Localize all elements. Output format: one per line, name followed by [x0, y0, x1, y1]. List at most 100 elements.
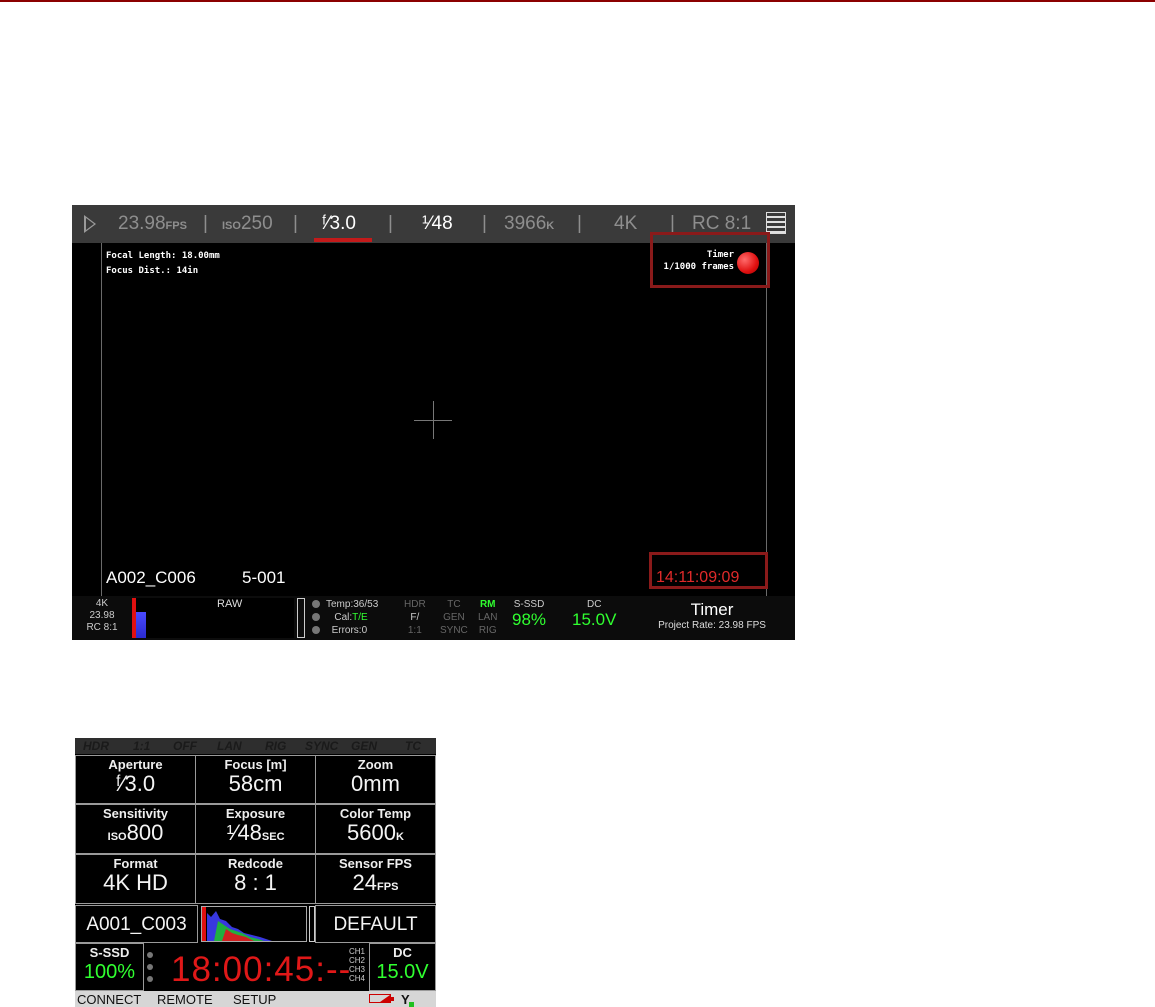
ratio-status: 1:1 — [407, 625, 422, 636]
redcode-cell[interactable]: Redcode 8 : 1 — [195, 854, 316, 904]
cell-value: 100% — [83, 961, 136, 983]
camera-monitor-screen: 23.98FPS | ISO250 | ᶠ⁄3.0 | ¹⁄48 | 3966K… — [72, 205, 795, 640]
media-value: 98% — [512, 610, 547, 629]
crosshair-icon — [433, 401, 434, 439]
aperture-cell[interactable]: Aperture ᶠ⁄3.0 — [75, 755, 196, 804]
format-cell[interactable]: Format 4K HD — [75, 854, 196, 904]
fps-unit: FPS — [165, 220, 187, 232]
clip-name: A002_C006 — [106, 568, 196, 587]
cell-label: Zoom — [357, 757, 394, 772]
setup-button[interactable]: SETUP — [233, 992, 276, 1007]
status-dot-icon — [312, 613, 320, 622]
channel-label: CH2 — [349, 956, 366, 965]
project-rate: Project Rate: 23.98 FPS — [658, 620, 766, 631]
power-cell: DC 15.0V — [369, 943, 436, 991]
cell-value: A001_C003 — [86, 914, 187, 935]
battery-icon — [369, 994, 394, 1003]
zoom-cell[interactable]: Zoom 0mm — [315, 755, 436, 804]
look-cell[interactable]: DEFAULT — [315, 905, 436, 943]
iso-prefix: ISO — [107, 831, 127, 843]
record-indicator-icon — [737, 252, 759, 274]
cell-label: Aperture — [108, 757, 163, 772]
status-dot-icon — [147, 952, 153, 958]
cell-label: Sensor FPS — [339, 856, 412, 871]
resolution-setting[interactable]: 3966K — [504, 213, 554, 235]
audio-meter — [297, 598, 305, 638]
clip-cell[interactable]: A001_C003 — [75, 905, 198, 943]
channel-label: CH3 — [349, 965, 366, 974]
status-grid-col: RM LAN RIG — [478, 598, 497, 637]
exposure-cell[interactable]: Exposure ¹⁄48SEC — [195, 804, 316, 854]
connect-button[interactable]: CONNECT — [77, 992, 141, 1007]
lcd-menu-bar: CONNECT REMOTE SETUP Y — [75, 991, 436, 1007]
audio-channels: CH1 CH2 CH3 CH4 — [349, 947, 365, 983]
lcd-gen: GEN — [351, 739, 378, 753]
channel-label: CH4 — [349, 974, 366, 983]
separator: | — [293, 213, 298, 234]
timer-label: Timer 1/1000 frames — [650, 249, 734, 273]
sensor-fps-cell[interactable]: Sensor FPS 24FPS — [315, 854, 436, 904]
record-mode-title: Timer — [690, 600, 734, 619]
menu-icon[interactable] — [766, 212, 786, 234]
hdr-status: HDR — [404, 599, 426, 610]
separator: | — [482, 213, 487, 234]
focus-cell[interactable]: Focus [m] 58cm — [195, 755, 316, 804]
media-status: S-SSD 98% — [512, 599, 546, 630]
separator: | — [203, 213, 208, 234]
record-mode: Timer Project Rate: 23.98 FPS — [632, 600, 792, 631]
cell-value: 800 — [126, 820, 164, 845]
status-grid-col: TC GEN SYNC — [440, 598, 468, 637]
lan-status: LAN — [478, 612, 498, 623]
timecode: 14:11:09:09 — [656, 569, 740, 586]
lcd-lan: LAN — [217, 739, 242, 753]
cell-label: DC — [393, 945, 412, 960]
shutter-setting[interactable]: ¹⁄48 — [422, 213, 453, 235]
separator: | — [388, 213, 393, 234]
power-label: DC — [586, 599, 602, 610]
channel-label: CH1 — [349, 947, 366, 956]
fps-setting[interactable]: 23.98FPS — [118, 213, 187, 235]
iso-setting[interactable]: ISO250 — [222, 213, 273, 235]
status-dot-icon — [312, 626, 320, 635]
status-dot-icon — [312, 600, 320, 609]
cell-value: 15.0V — [376, 961, 429, 983]
resolution-value: 3966 — [504, 213, 547, 234]
cal-label: Cal: — [334, 612, 353, 623]
status-dots — [147, 952, 153, 988]
histogram-data — [136, 612, 146, 638]
cell-label: Color Temp — [339, 806, 412, 821]
iso-prefix: ISO — [222, 220, 241, 232]
remote-button[interactable]: REMOTE — [157, 992, 213, 1007]
media-label: S-SSD — [513, 599, 545, 610]
play-icon[interactable] — [84, 215, 96, 233]
sensitivity-cell[interactable]: Sensitivity ISO800 — [75, 804, 196, 854]
histogram — [132, 598, 294, 638]
format-line: RC 8:1 — [86, 622, 118, 633]
aperture-setting[interactable]: ᶠ⁄3.0 — [322, 213, 356, 235]
cal-value: T/E — [352, 612, 368, 623]
cell-value: 4K HD — [103, 870, 168, 895]
antenna-icon: Y — [401, 992, 414, 1007]
lcd-hdr: HDR — [83, 739, 109, 753]
lcd-histogram — [201, 906, 307, 942]
temp-status: Temp:36/53 — [326, 599, 379, 610]
color-temp-cell[interactable]: Color Temp 5600K — [315, 804, 436, 854]
cell-value: 24 — [352, 870, 378, 895]
cell-value: ᶠ⁄3.0 — [115, 771, 156, 796]
separator: | — [577, 213, 582, 234]
histogram-graph — [207, 911, 272, 941]
cell-value: 58cm — [228, 771, 283, 796]
unit-suffix: SEC — [261, 831, 285, 843]
cell-value: 8 : 1 — [234, 870, 277, 895]
format-setting[interactable]: 4K — [614, 213, 637, 235]
power-status: DC 15.0V — [572, 599, 616, 630]
power-value: 15.0V — [572, 610, 617, 629]
unit-suffix: FPS — [377, 881, 399, 893]
cell-value: 5600 — [347, 820, 396, 845]
cell-value: ¹⁄48 — [226, 820, 262, 845]
lcd-off: OFF — [173, 739, 197, 753]
lcd-tc: TC — [405, 739, 421, 753]
active-setting-underline — [314, 238, 372, 242]
lcd-ratio: 1:1 — [133, 739, 151, 753]
cell-label: Focus [m] — [224, 757, 287, 772]
